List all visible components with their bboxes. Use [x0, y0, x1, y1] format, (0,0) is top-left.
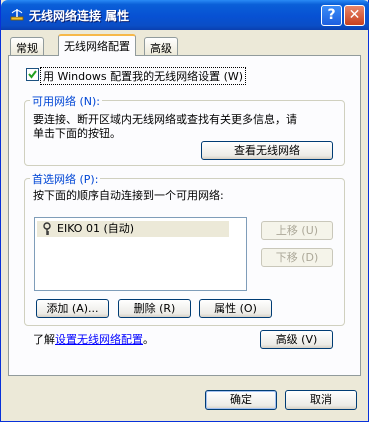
network-icon: [9, 7, 25, 23]
add-button[interactable]: 添加 (A)...: [36, 299, 109, 318]
ok-button[interactable]: 确定: [205, 390, 277, 410]
preferred-description: 按下面的顺序自动连接到一个可用网络:: [33, 189, 224, 202]
available-networks-legend: 可用网络 (N):: [30, 93, 103, 109]
list-item-label: EIKO 01 (自动): [57, 222, 135, 235]
properties-dialog: 无线网络连接 属性 ? ✕ 常规 无线网络配置 高级 用 Windows 配置我…: [0, 0, 369, 422]
help-button[interactable]: ?: [321, 5, 342, 26]
wireless-key-icon: [42, 222, 52, 241]
preferred-networks-list[interactable]: EIKO 01 (自动): [34, 217, 247, 291]
learn-more-text: 了解设置无线网络配置。: [33, 331, 154, 347]
tab-general[interactable]: 常规: [10, 37, 44, 55]
tab-advanced[interactable]: 高级: [144, 37, 178, 55]
tab-wireless-networks[interactable]: 无线网络配置: [58, 34, 136, 56]
use-windows-label[interactable]: 用 Windows 配置我的无线网络设置 (W): [40, 67, 247, 85]
preferred-networks-legend: 首选网络 (P):: [30, 171, 101, 187]
delete-button[interactable]: 删除 (R): [118, 299, 191, 318]
learn-prefix: 了解: [33, 333, 55, 346]
title-bar[interactable]: 无线网络连接 属性 ? ✕: [1, 0, 369, 30]
wireless-setup-link[interactable]: 设置无线网络配置: [55, 333, 143, 346]
use-windows-checkbox[interactable]: [26, 68, 39, 81]
list-item[interactable]: EIKO 01 (自动): [37, 221, 229, 237]
view-wireless-networks-button[interactable]: 查看无线网络: [201, 141, 333, 160]
checkmark-icon: [28, 70, 37, 79]
move-up-button[interactable]: 上移 (U): [261, 221, 333, 240]
cancel-button[interactable]: 取消: [285, 390, 357, 410]
properties-button[interactable]: 属性 (O): [199, 299, 272, 318]
move-down-button[interactable]: 下移 (D): [261, 248, 333, 267]
available-description-line2: 单击下面的按钮。: [33, 127, 121, 140]
advanced-button[interactable]: 高级 (V): [260, 330, 333, 349]
close-button[interactable]: ✕: [344, 5, 365, 26]
learn-suffix: 。: [143, 333, 154, 346]
window-title: 无线网络连接 属性: [29, 9, 130, 23]
